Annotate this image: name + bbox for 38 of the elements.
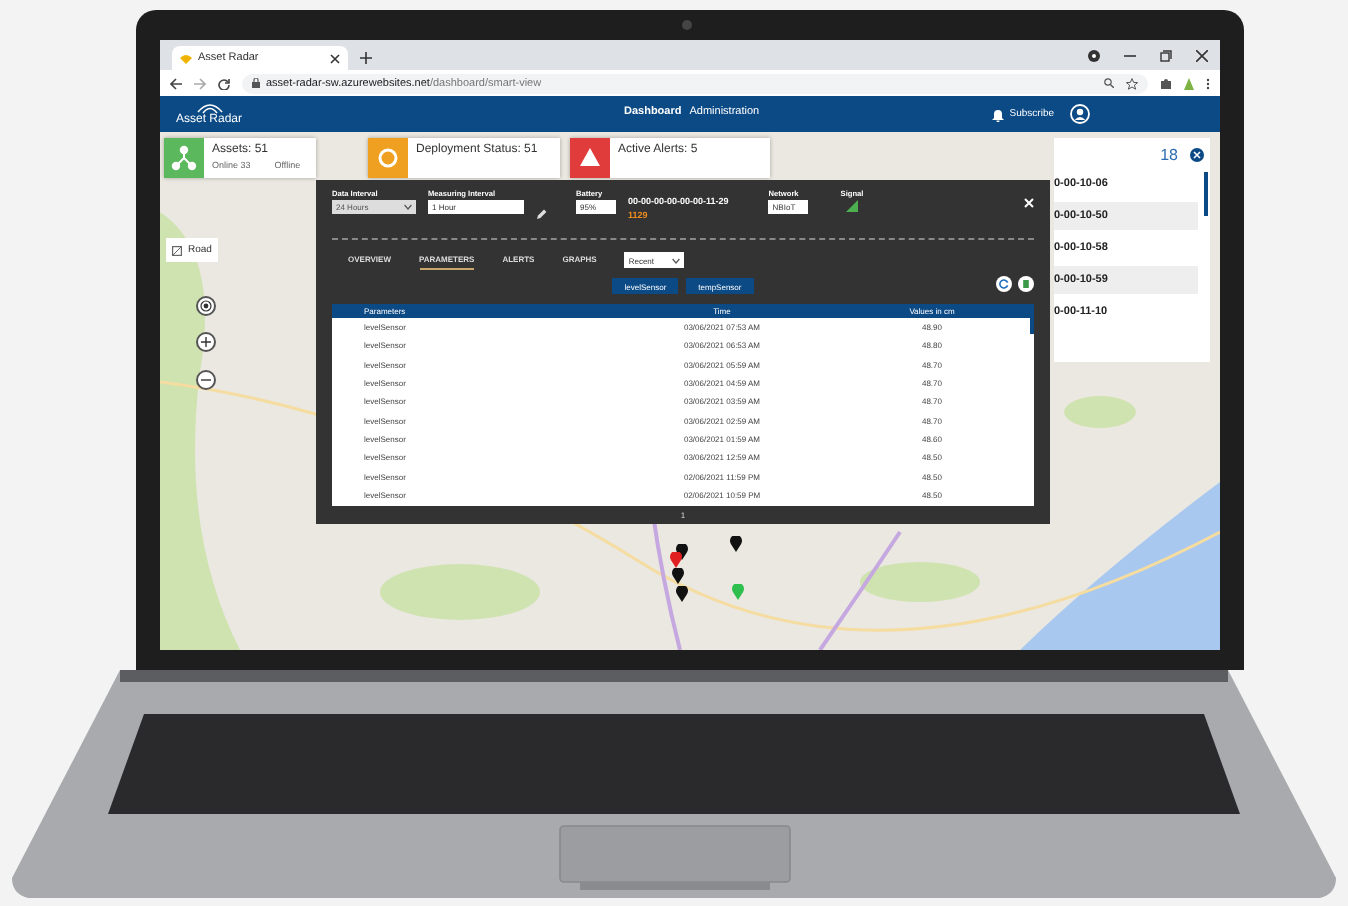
scrollbar-thumb[interactable] [1030, 318, 1034, 334]
status-icon [378, 148, 398, 168]
reload-icon[interactable] [218, 77, 230, 89]
wifi-icon [180, 53, 192, 63]
map-pin-icon[interactable] [670, 552, 682, 568]
puzzle-icon[interactable] [1160, 77, 1172, 89]
chevron-icon [404, 204, 412, 210]
locate-icon [200, 300, 212, 312]
map-pin-icon[interactable] [672, 568, 684, 584]
map-pin-icon[interactable] [730, 536, 742, 552]
zoom-icon[interactable] [1104, 78, 1114, 88]
bell-icon [991, 107, 1004, 121]
refresh-icon[interactable] [996, 276, 1012, 292]
map-pin-icon[interactable] [676, 544, 688, 560]
warning-icon [580, 148, 600, 166]
signal-icon [846, 200, 858, 212]
close-icon[interactable] [330, 53, 340, 63]
map-pin-icon[interactable] [676, 586, 688, 602]
map-icon [172, 245, 182, 255]
scrollbar-thumb[interactable] [1204, 172, 1208, 216]
asset-count: 18 [1160, 145, 1178, 163]
record-icon[interactable] [1088, 49, 1100, 61]
minimize-icon[interactable] [1124, 53, 1136, 57]
user-icon[interactable] [1070, 104, 1090, 124]
pencil-icon[interactable] [536, 208, 548, 220]
spreadsheet-icon[interactable] [1018, 276, 1034, 292]
wifi-icon [195, 102, 223, 114]
minus-icon [200, 378, 212, 382]
network-icon [171, 145, 197, 171]
restore-icon[interactable] [1160, 49, 1172, 61]
chevron-icon [672, 257, 681, 263]
close-icon[interactable] [1196, 49, 1208, 61]
plus-icon[interactable] [360, 52, 372, 64]
back-icon[interactable] [170, 77, 182, 89]
plus-icon [200, 336, 212, 348]
lock-icon [252, 78, 260, 88]
webcam-icon [682, 20, 692, 30]
star-icon[interactable] [1126, 77, 1138, 89]
